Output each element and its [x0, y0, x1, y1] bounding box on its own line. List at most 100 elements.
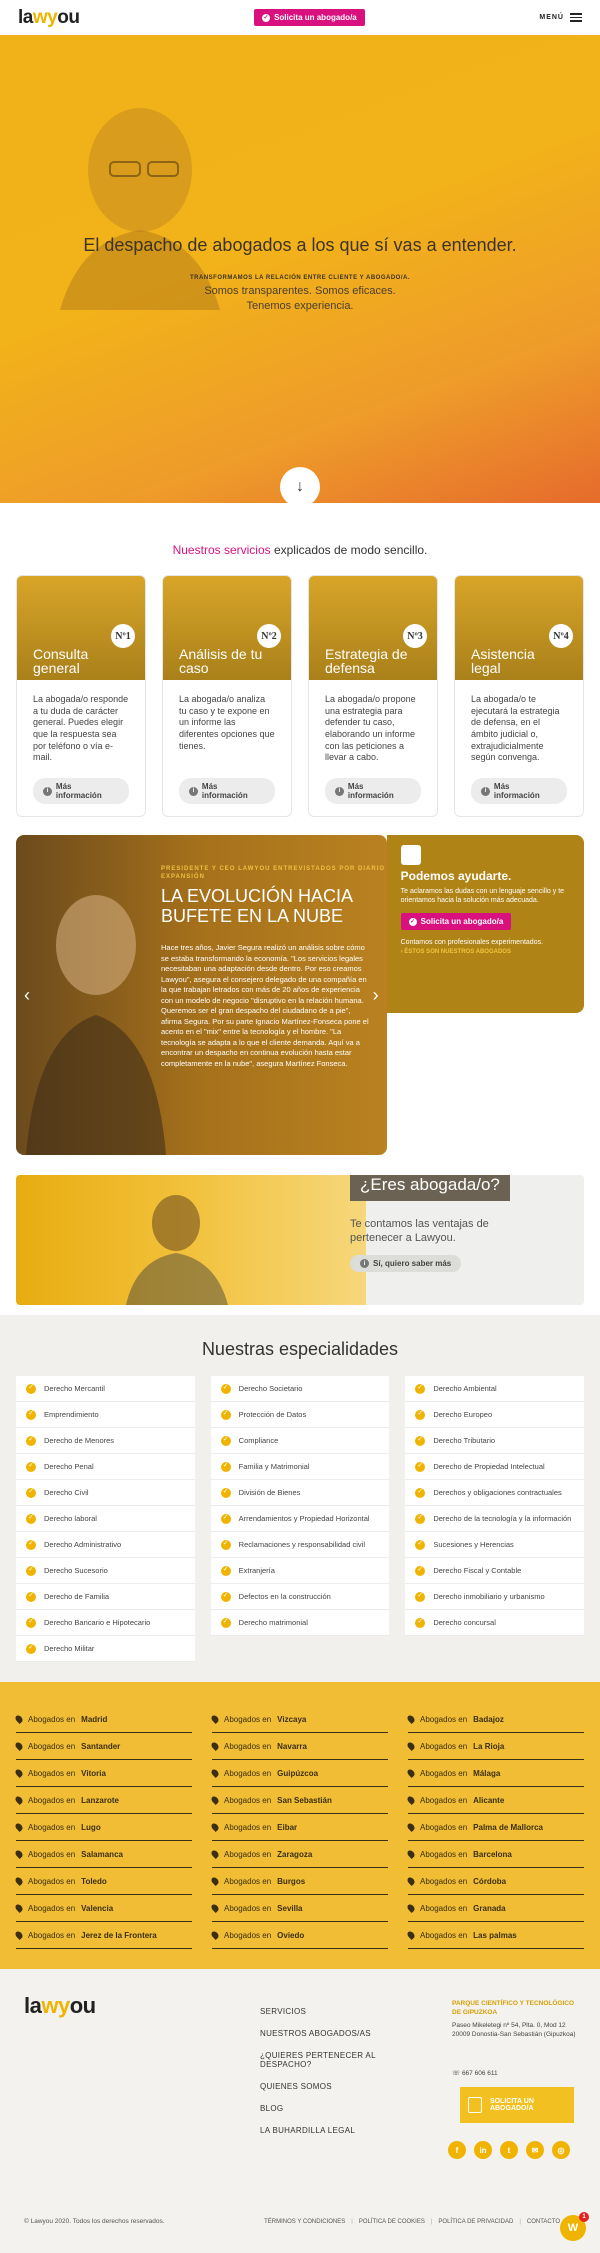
request-lawyer-button[interactable]: ✓ Solicita un abogado/a — [400, 913, 512, 931]
city-link[interactable]: Abogados en Córdoba — [406, 1868, 584, 1895]
city-link[interactable]: Abogados en Lugo — [14, 1814, 192, 1841]
specialty-item[interactable]: ✓ Derecho Administrativo — [16, 1532, 195, 1558]
service-card[interactable]: Asistencia legal Nº4 La abogada/o te ejec… — [454, 575, 584, 817]
phone[interactable]: ☏ 667 606 611 — [452, 2069, 498, 2077]
city-link[interactable]: Abogados en Alicante — [406, 1787, 584, 1814]
legal-link[interactable]: CONTACTO — [519, 2219, 560, 2225]
city-link[interactable]: Abogados en Guipúzcoa — [210, 1760, 388, 1787]
specialty-item[interactable]: ✓ Derecho Ambiental — [405, 1376, 585, 1402]
footer-link[interactable]: LA BUHARDILLA LEGAL — [260, 2126, 400, 2135]
specialty-item[interactable]: ✓ Derecho Sucesorio — [16, 1558, 195, 1584]
footer-link[interactable]: ¿QUIERES PERTENECER AL DESPACHO? — [260, 2051, 400, 2069]
specialty-item[interactable]: ✓ Derecho de Propiedad Intelectual — [405, 1454, 585, 1480]
service-card[interactable]: Estrategia de defensa Nº3 La abogada/o pr… — [308, 575, 438, 817]
city-link[interactable]: Abogados en Vizcaya — [210, 1706, 388, 1733]
specialty-item[interactable]: ✓ Derecho laboral — [16, 1506, 195, 1532]
city-link[interactable]: Abogados en Burgos — [210, 1868, 388, 1895]
legal-link[interactable]: POLÍTICA DE PRIVACIDAD — [431, 2219, 513, 2225]
more-info-button[interactable]: i Más información — [471, 778, 567, 804]
next-arrow-icon[interactable]: › — [373, 985, 379, 1006]
city-link[interactable]: Abogados en Navarra — [210, 1733, 388, 1760]
city-link[interactable]: Abogados en Jerez de la Frontera — [14, 1922, 192, 1949]
city-link[interactable]: Abogados en Málaga — [406, 1760, 584, 1787]
chat-widget-icon[interactable]: W1 — [560, 2212, 589, 2241]
specialty-item[interactable]: ✓ Extranjería — [210, 1558, 390, 1584]
specialty-item[interactable]: ✓ Derecho concursal — [405, 1610, 585, 1636]
specialty-item[interactable]: ✓ Derecho Bancario e Hipotecario — [16, 1610, 195, 1636]
check-icon: ✓ — [26, 1435, 36, 1446]
specialty-item[interactable]: ✓ Derecho inmobiliario y urbanismo — [405, 1584, 585, 1610]
city-link[interactable]: Abogados en Toledo — [14, 1868, 192, 1895]
cities-column: Abogados en Madrid Abogados en Santander Abo… — [14, 1706, 192, 1949]
city-link[interactable]: Abogados en Sevilla — [210, 1895, 388, 1922]
specialty-item[interactable]: ✓ Derecho Fiscal y Contable — [405, 1558, 585, 1584]
request-lawyer-button[interactable]: ✓ Solicita un abogado/a — [254, 9, 365, 26]
footer-link[interactable]: QUIENES SOMOS — [260, 2082, 400, 2091]
specialty-item[interactable]: ✓ Compliance — [210, 1428, 390, 1454]
specialty-item[interactable]: ✓ Derecho Civil — [16, 1480, 195, 1506]
footer-link[interactable]: BLOG — [260, 2104, 400, 2113]
facebook-icon[interactable]: f — [448, 2141, 466, 2159]
city-link[interactable]: Abogados en Granada — [406, 1895, 584, 1922]
city-link[interactable]: Abogados en Santander — [14, 1733, 192, 1760]
lawyer-question: ¿Eres abogada/o? — [350, 1175, 510, 1201]
story-portrait-image — [26, 895, 166, 1155]
specialty-item[interactable]: ✓ Derecho Militar — [16, 1636, 195, 1662]
specialty-item[interactable]: ✓ Derecho Penal — [16, 1454, 195, 1480]
city-link[interactable]: Abogados en Barcelona — [406, 1841, 584, 1868]
more-info-button[interactable]: i Más información — [179, 778, 275, 804]
city-link[interactable]: Abogados en Valencia — [14, 1895, 192, 1922]
specialty-item[interactable]: ✓ Derecho Mercantil — [16, 1376, 195, 1402]
specialty-item[interactable]: ✓ Reclamaciones y responsabilidad civil — [210, 1532, 390, 1558]
legal-link[interactable]: POLÍTICA DE COOKIES — [351, 2219, 425, 2225]
menu-button[interactable]: MENÚ — [539, 13, 582, 22]
specialty-item[interactable]: ✓ Derecho de la tecnología y la informaci… — [405, 1506, 585, 1532]
city-link[interactable]: Abogados en Palma de Mallorca — [406, 1814, 584, 1841]
city-link[interactable]: Abogados en La Rioja — [406, 1733, 584, 1760]
specialty-item[interactable]: ✓ Familia y Matrimonial — [210, 1454, 390, 1480]
specialty-item[interactable]: ✓ Derecho de Familia — [16, 1584, 195, 1610]
more-info-button[interactable]: i Más información — [33, 778, 129, 804]
city-prefix: Abogados en — [420, 1849, 468, 1859]
specialty-item[interactable]: ✓ Sucesiones y Herencias — [405, 1532, 585, 1558]
city-link[interactable]: Abogados en Eibar — [210, 1814, 388, 1841]
city-prefix: Abogados en — [420, 1876, 468, 1886]
service-card[interactable]: Consulta general Nº1 La abogada/o respond… — [16, 575, 146, 817]
specialty-item[interactable]: ✓ Emprendimiento — [16, 1402, 195, 1428]
prev-arrow-icon[interactable]: ‹ — [24, 985, 30, 1006]
scroll-down-icon[interactable]: ↓ — [280, 467, 320, 503]
footer-link[interactable]: NUESTROS ABOGADOS/AS — [260, 2029, 400, 2038]
learn-more-button[interactable]: i Sí, quiero saber más — [350, 1255, 462, 1272]
service-card[interactable]: Análisis de tu caso Nº2 La abogada/o anal… — [162, 575, 292, 817]
city-link[interactable]: Abogados en Vitoria — [14, 1760, 192, 1787]
specialty-item[interactable]: ✓ Derecho de Menores — [16, 1428, 195, 1454]
linkedin-icon[interactable]: in — [474, 2141, 492, 2159]
city-link[interactable]: Abogados en Madrid — [14, 1706, 192, 1733]
city-link[interactable]: Abogados en Salamanca — [14, 1841, 192, 1868]
specialty-item[interactable]: ✓ División de Bienes — [210, 1480, 390, 1506]
logo[interactable]: lawyou — [18, 7, 80, 29]
specialty-item[interactable]: ✓ Derecho Europeo — [405, 1402, 585, 1428]
more-info-button[interactable]: i Más información — [325, 778, 421, 804]
specialty-item[interactable]: ✓ Defectos en la construcción — [210, 1584, 390, 1610]
city-link[interactable]: Abogados en San Sebastián — [210, 1787, 388, 1814]
footer-link[interactable]: SERVICIOS — [260, 2007, 400, 2016]
specialty-item[interactable]: ✓ Arrendamientos y Propiedad Horizontal — [210, 1506, 390, 1532]
city-link[interactable]: Abogados en Badajoz — [406, 1706, 584, 1733]
city-name: Madrid — [81, 1714, 108, 1724]
our-lawyers-link[interactable]: › ÉSTOS SON NUESTROS ABOGADOS — [401, 949, 570, 955]
specialty-item[interactable]: ✓ Derechos y obligaciones contractuales — [405, 1480, 585, 1506]
city-link[interactable]: Abogados en Lanzarote — [14, 1787, 192, 1814]
specialty-item[interactable]: ✓ Derecho Tributario — [405, 1428, 585, 1454]
city-link[interactable]: Abogados en Zaragoza — [210, 1841, 388, 1868]
city-link[interactable]: Abogados en Las palmas — [406, 1922, 584, 1949]
specialty-item[interactable]: ✓ Derecho matrimonial — [210, 1610, 390, 1636]
email-icon[interactable]: ✉ — [526, 2141, 544, 2159]
footer-request-button[interactable]: SOLICITA UN ABOGADO/A — [460, 2087, 574, 2123]
instagram-icon[interactable]: ◎ — [552, 2141, 570, 2159]
specialty-item[interactable]: ✓ Protección de Datos — [210, 1402, 390, 1428]
city-link[interactable]: Abogados en Oviedo — [210, 1922, 388, 1949]
twitter-icon[interactable]: t — [500, 2141, 518, 2159]
legal-link[interactable]: TÉRMINOS Y CONDICIONES — [264, 2219, 345, 2225]
specialty-item[interactable]: ✓ Derecho Societario — [210, 1376, 390, 1402]
